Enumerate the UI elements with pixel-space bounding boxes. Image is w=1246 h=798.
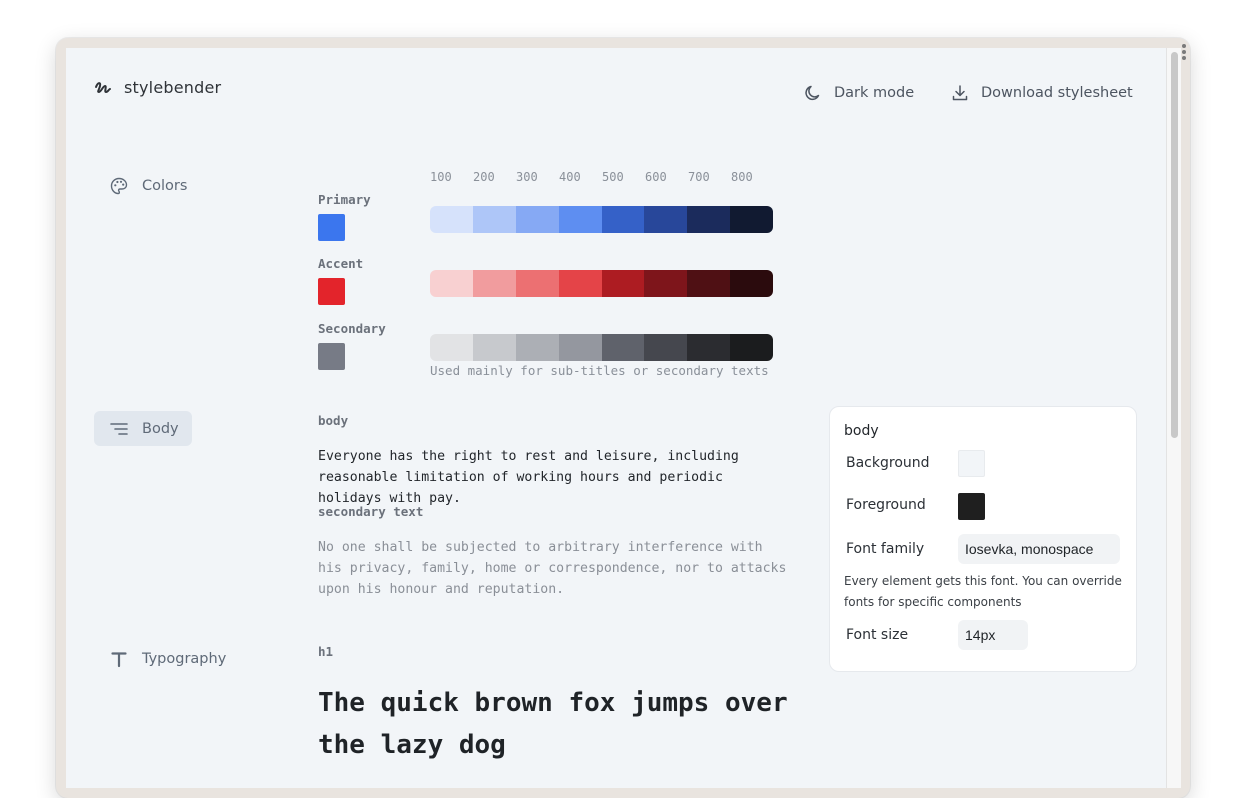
font-size-input[interactable]: 14px <box>958 620 1028 650</box>
shade-swatch-100[interactable] <box>430 334 473 361</box>
shade-swatch-500[interactable] <box>601 334 645 361</box>
dark-mode-button[interactable]: Dark mode <box>804 84 914 102</box>
shade-swatch-600[interactable] <box>644 270 688 297</box>
color-group-primary: Primary <box>318 192 371 241</box>
body-section-label: body <box>318 413 349 428</box>
secondary-note: Used mainly for sub-titles or secondary … <box>430 363 769 378</box>
h1-sample-text: The quick brown fox jumps over the lazy … <box>318 688 788 760</box>
body-settings-panel: body Background Foreground Font family I… <box>829 406 1137 672</box>
font-size-label: Font size <box>846 627 909 643</box>
color-group-secondary: Secondary <box>318 321 386 370</box>
primary-shade-scale[interactable] <box>430 206 773 233</box>
dark-mode-label: Dark mode <box>834 85 915 101</box>
nav-label-typography: Typography <box>142 651 227 667</box>
base-color-swatch[interactable] <box>318 278 345 305</box>
scale-tick: 200 <box>473 170 495 184</box>
squiggle-logo-icon <box>95 81 111 93</box>
app-logo[interactable]: stylebender <box>94 78 221 97</box>
shade-swatch-200[interactable] <box>472 334 516 361</box>
background-color-swatch[interactable] <box>958 450 985 477</box>
scale-tick: 500 <box>602 170 624 184</box>
shade-swatch-600[interactable] <box>644 334 688 361</box>
font-family-label: Font family <box>846 541 925 557</box>
h1-label: h1 <box>318 644 334 659</box>
shade-swatch-800[interactable] <box>730 334 773 361</box>
scale-tick: 700 <box>688 170 710 184</box>
scale-tick: 800 <box>731 170 753 184</box>
accent-shade-scale[interactable] <box>430 270 773 297</box>
shade-swatch-400[interactable] <box>558 270 602 297</box>
nav-label-body: Body <box>142 420 179 437</box>
scale-tick: 400 <box>559 170 581 184</box>
shade-swatch-500[interactable] <box>601 270 645 297</box>
shade-swatch-100[interactable] <box>430 206 473 233</box>
shade-swatch-800[interactable] <box>730 206 773 233</box>
download-icon <box>952 85 968 101</box>
palette-icon <box>110 177 128 195</box>
download-label: Download stylesheet <box>981 85 1133 101</box>
shade-swatch-400[interactable] <box>558 334 602 361</box>
foreground-label: Foreground <box>846 497 926 513</box>
scale-tick-labels: 100 200 300 400 500 600 700 800 <box>430 170 774 184</box>
color-group-label: Primary <box>318 192 371 207</box>
panel-title: body <box>844 423 879 439</box>
shade-swatch-300[interactable] <box>515 334 559 361</box>
body-sample-text: Everyone has the right to rest and leisu… <box>318 449 739 506</box>
shade-swatch-700[interactable] <box>687 206 731 233</box>
color-group-accent: Accent <box>318 256 363 305</box>
nav-label-colors: Colors <box>142 178 188 194</box>
download-stylesheet-button[interactable]: Download stylesheet <box>951 84 1133 102</box>
text-align-icon <box>110 422 128 435</box>
shade-swatch-200[interactable] <box>472 206 516 233</box>
nav-item-body[interactable]: Body <box>94 411 192 446</box>
secondary-text-label: secondary text <box>318 504 424 519</box>
shade-swatch-600[interactable] <box>644 206 688 233</box>
background-label: Background <box>846 455 930 471</box>
vertical-scrollbar[interactable] <box>1166 48 1181 788</box>
font-family-input[interactable]: Iosevka, monospace <box>958 534 1120 564</box>
shade-swatch-300[interactable] <box>515 270 559 297</box>
scale-tick: 100 <box>430 170 452 184</box>
shade-swatch-300[interactable] <box>515 206 559 233</box>
scale-tick: 600 <box>645 170 667 184</box>
browser-window: stylebender Dark mode Download styleshee… <box>56 38 1190 798</box>
scrollbar-thumb[interactable] <box>1171 52 1178 438</box>
secondary-sample-text: No one shall be subjected to arbitrary i… <box>318 540 787 597</box>
more-options-icon[interactable] <box>1179 43 1189 63</box>
moon-icon <box>805 85 820 101</box>
page-viewport: stylebender Dark mode Download styleshee… <box>66 48 1166 788</box>
scale-tick: 300 <box>516 170 538 184</box>
font-family-note: Every element gets this font. You can ov… <box>844 574 1122 609</box>
shade-swatch-700[interactable] <box>687 334 731 361</box>
app-name: stylebender <box>124 78 222 97</box>
foreground-color-swatch[interactable] <box>958 493 985 520</box>
nav-item-typography[interactable]: Typography <box>110 649 226 669</box>
base-color-swatch[interactable] <box>318 214 345 241</box>
type-t-icon <box>111 652 127 668</box>
color-group-label: Secondary <box>318 321 386 336</box>
shade-swatch-400[interactable] <box>558 206 602 233</box>
shade-swatch-800[interactable] <box>730 270 773 297</box>
shade-swatch-500[interactable] <box>601 206 645 233</box>
nav-item-colors[interactable]: Colors <box>110 176 187 196</box>
color-group-label: Accent <box>318 256 364 271</box>
base-color-swatch[interactable] <box>318 343 345 370</box>
shade-swatch-700[interactable] <box>687 270 731 297</box>
shade-swatch-100[interactable] <box>430 270 473 297</box>
shade-swatch-200[interactable] <box>472 270 516 297</box>
secondary-shade-scale[interactable] <box>430 334 773 361</box>
